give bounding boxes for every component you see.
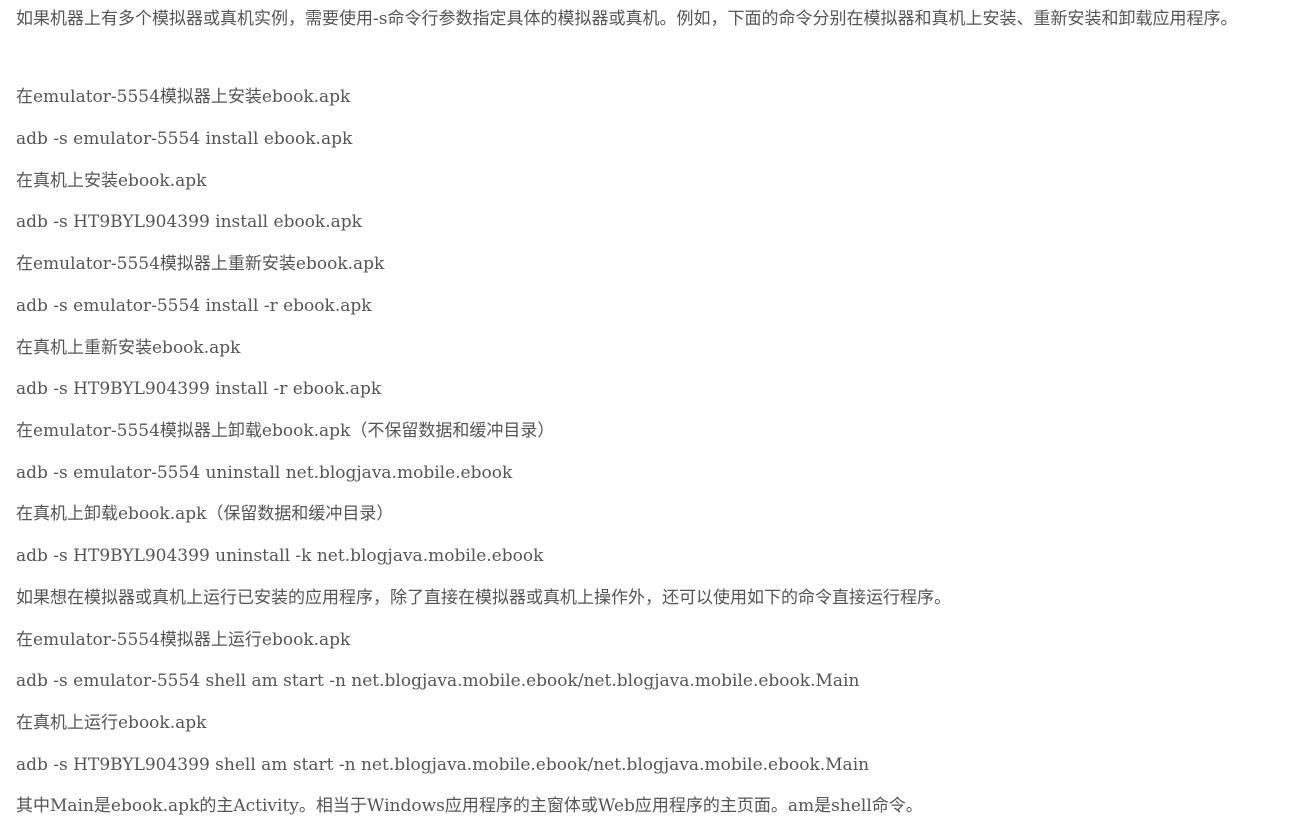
- paragraph-uninstall-emulator-caption: 在emulator-5554模拟器上卸载ebook.apk（不保留数据和缓冲目录…: [16, 421, 555, 441]
- intro-paragraph: 如果机器上有多个模拟器或真机实例，需要使用-s命令行参数指定具体的模拟器或真机。…: [16, 9, 1238, 29]
- paragraph-install-device-caption: 在真机上安装ebook.apk: [16, 171, 207, 191]
- paragraph-reinstall-emulator-caption: 在emulator-5554模拟器上重新安装ebook.apk: [16, 254, 385, 274]
- paragraph-run-emulator-caption: 在emulator-5554模拟器上运行ebook.apk: [16, 630, 351, 650]
- paragraph-run-device-command: adb -s HT9BYL904399 shell am start -n ne…: [16, 755, 870, 775]
- article-body: 如果机器上有多个模拟器或真机实例，需要使用-s命令行参数指定具体的模拟器或真机。…: [16, 0, 1304, 816]
- paragraph-install-emulator-caption: 在emulator-5554模拟器上安装ebook.apk: [16, 87, 351, 107]
- paragraph-run-device-caption: 在真机上运行ebook.apk: [16, 713, 207, 733]
- paragraph-uninstall-device-caption: 在真机上卸载ebook.apk（保留数据和缓冲目录）: [16, 504, 394, 524]
- paragraph-reinstall-device-command: adb -s HT9BYL904399 install -r ebook.apk: [16, 379, 382, 399]
- paragraph-install-device-command: adb -s HT9BYL904399 install ebook.apk: [16, 212, 362, 232]
- paragraph-uninstall-emulator-command: adb -s emulator-5554 uninstall net.blogj…: [16, 463, 513, 483]
- paragraph-run-intro: 如果想在模拟器或真机上运行已安装的应用程序，除了直接在模拟器或真机上操作外，还可…: [16, 588, 951, 608]
- paragraph-install-emulator-command: adb -s emulator-5554 install ebook.apk: [16, 129, 353, 149]
- paragraph-reinstall-emulator-command: adb -s emulator-5554 install -r ebook.ap…: [16, 296, 372, 316]
- paragraph-reinstall-device-caption: 在真机上重新安装ebook.apk: [16, 338, 241, 358]
- paragraph-run-emulator-command: adb -s emulator-5554 shell am start -n n…: [16, 671, 860, 691]
- paragraph-uninstall-device-command: adb -s HT9BYL904399 uninstall -k net.blo…: [16, 546, 544, 566]
- paragraph-main-activity-note: 其中Main是ebook.apk的主Activity。相当于Windows应用程…: [16, 796, 923, 816]
